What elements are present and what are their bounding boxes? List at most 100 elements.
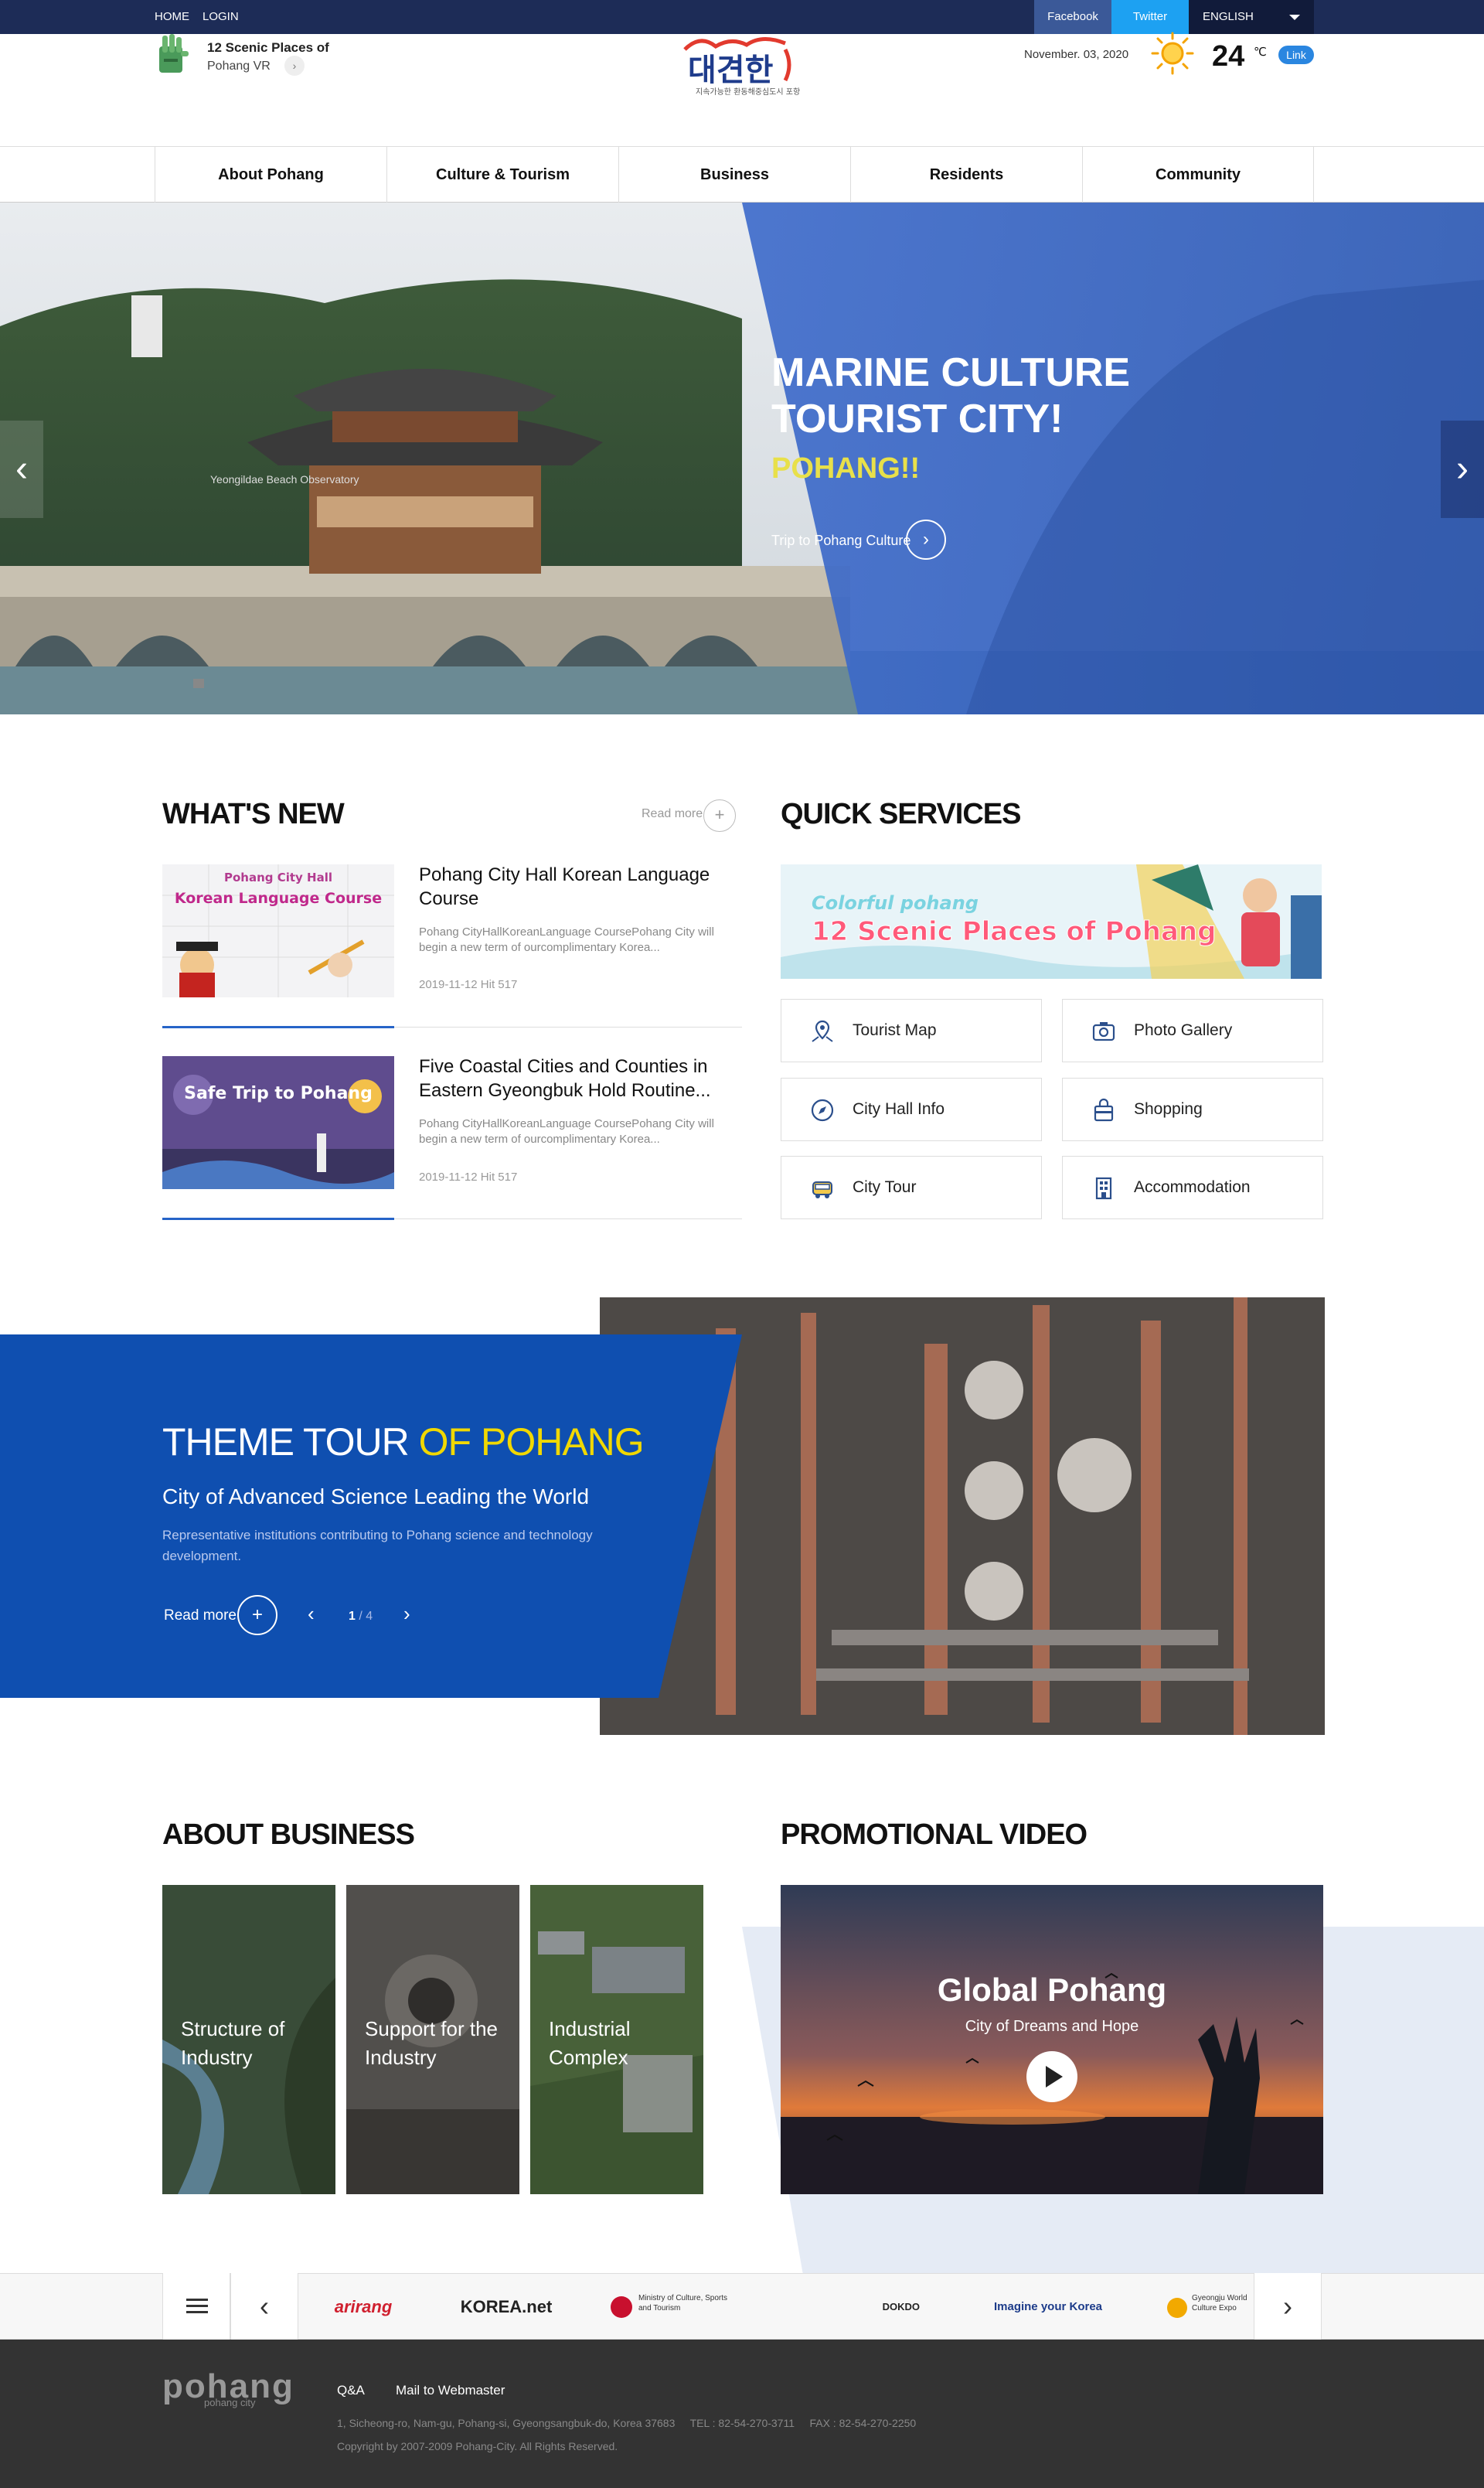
hero-next-button[interactable]: › <box>1441 421 1484 518</box>
compass-icon <box>811 1099 834 1122</box>
current-date: November. 03, 2020 <box>1024 48 1129 61</box>
quick-services-title: QUICK SERVICES <box>781 798 1021 830</box>
city-tour-button[interactable]: City Tour <box>781 1156 1042 1219</box>
thumb-label-main: Safe Trip to Pohang <box>184 1084 373 1103</box>
business-card-support[interactable]: Support for the Industry <box>346 1885 519 2194</box>
tourist-map-label: Tourist Map <box>853 1021 937 1039</box>
business-card-structure[interactable]: Structure of Industry <box>162 1885 335 2194</box>
theme-tour-title: THEME TOUR OF POHANG <box>162 1420 645 1464</box>
news-description: Pohang CityHallKoreanLanguage CoursePoha… <box>419 925 714 954</box>
hero-photo-caption: Yeongildae Beach Observatory <box>210 473 359 486</box>
vr-hand-icon[interactable] <box>155 32 192 76</box>
banner-big-text: 12 Scenic Places of Pohang <box>812 916 1216 947</box>
facebook-link[interactable]: Facebook <box>1034 0 1111 34</box>
city-hall-info-button[interactable]: City Hall Info <box>781 1078 1042 1141</box>
hero-prev-button[interactable]: ‹ <box>0 421 43 518</box>
promo-video-thumbnail[interactable] <box>781 1885 1323 2194</box>
theme-tour-read-more[interactable]: Read more <box>164 1607 237 1624</box>
chevron-down-icon <box>1289 15 1300 20</box>
business-card-label: Industrial Complex <box>549 2017 631 2069</box>
nav-about-pohang[interactable]: About Pohang <box>155 147 386 203</box>
news-thumbnail[interactable]: Safe Trip to Pohang <box>162 1056 394 1189</box>
temperature-value: 24 <box>1212 40 1245 73</box>
shopping-bag-icon <box>1094 1098 1114 1122</box>
theme-tour-subtitle: City of Advanced Science Leading the Wor… <box>162 1484 590 1508</box>
partner-arirang[interactable]: arirang <box>317 2293 410 2321</box>
weather-link-button[interactable]: Link <box>1278 46 1314 64</box>
logo-text: 대견한 <box>688 53 774 88</box>
nav-business[interactable]: Business <box>618 147 850 203</box>
scenic-places-banner[interactable]: Colorful pohang 12 Scenic Places of Poha… <box>781 864 1322 979</box>
taegeuk-icon <box>611 2296 632 2318</box>
city-hall-info-label: City Hall Info <box>853 1100 945 1118</box>
promo-video-subtitle: City of Dreams and Hope <box>965 2018 1139 2035</box>
partner-korea-net[interactable]: KOREA.net <box>448 2293 564 2321</box>
footer-copyright: Copyright by 2007-2009 Pohang-City. All … <box>337 2440 618 2452</box>
accommodation-label: Accommodation <box>1134 1178 1251 1196</box>
map-pin-icon <box>812 1020 833 1042</box>
news-thumbnail[interactable]: Pohang City Hall Korean Language Course <box>162 864 394 997</box>
promo-video-title: Global Pohang <box>937 1972 1167 2008</box>
partner-dokdo[interactable]: DOKDO <box>781 2293 920 2321</box>
partners-next-button[interactable]: › <box>1254 2273 1322 2340</box>
chevron-left-icon[interactable]: ‹ <box>308 1602 315 1626</box>
nav-residents[interactable]: Residents <box>850 147 1082 203</box>
theme-tour-panel <box>0 1334 742 1698</box>
hero-cta-label[interactable]: Trip to Pohang Culture <box>771 533 910 549</box>
play-icon[interactable] <box>1026 2051 1077 2102</box>
shopping-label: Shopping <box>1134 1100 1203 1118</box>
partner-ministry-culture[interactable]: Ministry of Culture, Sports and Tourism <box>611 2293 734 2321</box>
partner-imagine-korea[interactable]: Imagine your Korea <box>979 2293 1118 2321</box>
nav-culture-tourism[interactable]: Culture & Tourism <box>386 147 618 203</box>
business-card-complex[interactable]: Industrial Complex <box>530 1885 703 2194</box>
bus-icon <box>812 1181 832 1198</box>
accommodation-button[interactable]: Accommodation <box>1062 1156 1323 1219</box>
twitter-link[interactable]: Twitter <box>1111 0 1189 34</box>
hero-title: MARINE CULTURE TOURIST CITY! <box>771 350 1131 441</box>
language-value: ENGLISH <box>1203 10 1254 23</box>
chevron-right-icon[interactable]: › <box>403 1602 410 1626</box>
menu-button[interactable] <box>162 2273 230 2340</box>
language-select[interactable]: ENGLISH <box>1189 0 1314 34</box>
camera-icon <box>1092 1022 1115 1041</box>
promotional-video-title: PROMOTIONAL VIDEO <box>781 1818 1087 1851</box>
login-link[interactable]: LOGIN <box>203 0 239 34</box>
footer-webmaster-link[interactable]: Mail to Webmaster <box>396 2383 505 2398</box>
tourist-map-button[interactable]: Tourist Map <box>781 999 1042 1062</box>
whats-new-read-more[interactable]: Read more <box>642 807 703 821</box>
thumb-label-top: Pohang City Hall <box>224 871 332 884</box>
nav-community[interactable]: Community <box>1082 147 1314 203</box>
business-card-label: Structure of Industry <box>181 2017 285 2069</box>
news-title[interactable]: Pohang City Hall Korean Language Course <box>419 863 744 911</box>
plus-icon[interactable]: + <box>703 799 736 832</box>
shopping-button[interactable]: Shopping <box>1062 1078 1323 1141</box>
hero-cta-arrow-button[interactable]: › <box>906 520 946 560</box>
hotel-building-icon <box>1095 1177 1112 1200</box>
news-divider <box>162 1026 742 1028</box>
partners-prev-button[interactable]: ‹ <box>230 2273 298 2340</box>
vr-title[interactable]: 12 Scenic Places of <box>207 40 329 56</box>
site-footer <box>0 2340 1484 2488</box>
home-link[interactable]: HOME <box>155 0 189 34</box>
banner-small-text: Colorful pohang <box>812 892 979 914</box>
photo-gallery-label: Photo Gallery <box>1134 1021 1233 1039</box>
main-navigation: About Pohang Culture & Tourism Business … <box>0 147 1484 203</box>
vr-subtitle[interactable]: Pohang VR <box>207 60 271 73</box>
photo-gallery-button[interactable]: Photo Gallery <box>1062 999 1323 1062</box>
theme-tour-pagination: 1 / 4 <box>349 1610 373 1623</box>
news-meta: 2019-11-12 Hit 517 <box>419 978 518 991</box>
plus-icon[interactable]: + <box>237 1595 277 1635</box>
footer-qna-link[interactable]: Q&A <box>337 2383 365 2398</box>
footer-logo-subtitle: pohang city <box>204 2397 256 2408</box>
temperature-unit: ℃ <box>1254 46 1267 59</box>
logo-subtitle: 지속가능한 환동해중심도시 포항 <box>696 87 800 97</box>
news-title[interactable]: Five Coastal Cities and Counties in East… <box>419 1055 744 1103</box>
news-meta: 2019-11-12 Hit 517 <box>419 1171 518 1184</box>
news-divider <box>162 1218 742 1220</box>
pohang-logo[interactable]: 대견한 지속가능한 환동해중심도시 포항 <box>669 26 813 101</box>
theme-tour-description: Representative institutions contributing… <box>162 1528 593 1563</box>
chevron-right-icon[interactable]: › <box>284 56 305 76</box>
business-card-label: Support for the Industry <box>365 2017 498 2069</box>
partner-gyeongju-expo[interactable]: Gyeongju World Culture Expo <box>1166 2293 1254 2321</box>
sun-icon <box>1151 32 1194 75</box>
